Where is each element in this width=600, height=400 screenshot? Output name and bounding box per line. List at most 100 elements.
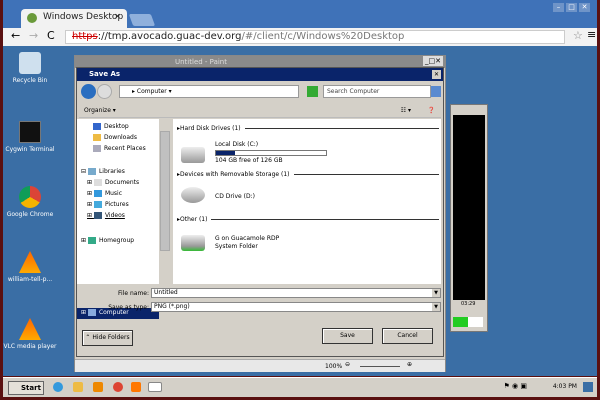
drive-name: Local Disk (C:) bbox=[215, 141, 259, 148]
nav-libraries[interactable]: ⊟ Libraries bbox=[81, 167, 125, 177]
zoom-in-icon[interactable]: ⊕ bbox=[407, 361, 412, 368]
save-type-value: PNG (*.png) bbox=[154, 303, 190, 310]
recycle-bin-icon bbox=[19, 52, 41, 74]
close-window-button[interactable]: ✕ bbox=[579, 3, 590, 12]
vlc-window[interactable]: 03:29 bbox=[450, 104, 488, 332]
nav-videos[interactable]: ⊞ Videos bbox=[87, 211, 125, 221]
disk-usage-fill bbox=[216, 151, 235, 155]
desktop-icon-vlc[interactable]: VLC media player bbox=[3, 318, 57, 350]
desktop-icon-william-tell[interactable]: william-tell-p... bbox=[3, 251, 57, 283]
chevron-down-icon[interactable]: ▼ bbox=[432, 303, 440, 311]
paint-window-controls[interactable]: _□✕ bbox=[423, 56, 443, 66]
nav-music[interactable]: ⊞ Music bbox=[87, 189, 122, 199]
ie-icon[interactable] bbox=[53, 382, 63, 392]
group-header[interactable]: ▸ Hard Disk Drives (1) bbox=[177, 125, 439, 132]
show-desktop-button[interactable] bbox=[583, 382, 593, 392]
nav-downloads[interactable]: Downloads bbox=[93, 133, 137, 143]
dialog-close-button[interactable]: ✕ bbox=[432, 70, 441, 79]
help-icon[interactable]: ❓ bbox=[428, 103, 435, 118]
hard-disk-icon bbox=[181, 147, 205, 163]
pictures-icon bbox=[93, 201, 102, 208]
save-button[interactable]: Save bbox=[322, 328, 373, 344]
close-tab-icon[interactable]: ✕ bbox=[114, 12, 121, 21]
reload-icon[interactable]: C bbox=[47, 29, 55, 42]
explorer-icon[interactable] bbox=[73, 382, 83, 392]
vlc-video-area bbox=[453, 115, 485, 300]
icon-label: Cygwin Terminal bbox=[5, 146, 55, 153]
terminal-icon bbox=[19, 121, 41, 143]
dialog-navbar: ▸ Computer ▾ Search Computer bbox=[79, 83, 441, 101]
maximize-button[interactable]: □ bbox=[566, 3, 577, 12]
save-type-label: Save as type: bbox=[108, 304, 149, 311]
nav-recent-places[interactable]: Recent Places bbox=[93, 144, 146, 154]
desktop-icon-chrome[interactable]: Google Chrome bbox=[3, 186, 57, 218]
music-icon bbox=[93, 190, 102, 197]
taskbar: Start ⚑ ◉ ▣ 4:03 PM bbox=[3, 377, 597, 397]
search-icon[interactable] bbox=[431, 86, 441, 97]
address-bar[interactable]: https://tmp.avocado.guac-dev.org/#/clien… bbox=[65, 30, 565, 44]
breadcrumb-computer[interactable]: Computer bbox=[137, 88, 167, 95]
chrome-icon bbox=[19, 186, 41, 208]
tab-title: Windows Desktop bbox=[43, 12, 124, 22]
save-as-dialog: Save As ✕ ▸ Computer ▾ Search Computer O… bbox=[76, 67, 444, 357]
tray-icons[interactable]: ⚑ ◉ ▣ bbox=[504, 382, 527, 390]
cancel-button[interactable]: Cancel bbox=[382, 328, 433, 344]
breadcrumb[interactable]: ▸ Computer ▾ bbox=[119, 85, 299, 98]
dialog-title-bar: Save As ✕ bbox=[77, 68, 443, 81]
group-header[interactable]: ▸ Other (1) bbox=[177, 216, 439, 223]
nav-homegroup[interactable]: ⊞ Homegroup bbox=[81, 236, 134, 246]
icon-label: Google Chrome bbox=[6, 211, 54, 218]
paint-taskbar-icon[interactable] bbox=[148, 382, 162, 392]
scrollbar-thumb[interactable] bbox=[160, 131, 170, 251]
refresh-icon[interactable] bbox=[307, 86, 318, 97]
save-type-select[interactable]: PNG (*.png) ▼ bbox=[151, 302, 441, 312]
drive-name: CD Drive (D:) bbox=[215, 193, 255, 200]
icon-label: Recycle Bin bbox=[12, 77, 48, 84]
start-button[interactable]: Start bbox=[8, 381, 44, 395]
desktop-icon-cygwin[interactable]: Cygwin Terminal bbox=[3, 121, 57, 153]
media-player-icon[interactable] bbox=[93, 382, 103, 392]
nav-desktop[interactable]: Desktop bbox=[93, 122, 129, 132]
vlc-time: 03:29 bbox=[461, 301, 476, 307]
zoom-slider[interactable] bbox=[360, 366, 400, 367]
volume-slider[interactable] bbox=[453, 317, 483, 327]
minimize-button[interactable]: – bbox=[553, 3, 564, 12]
drive-info: Local Disk (C:) 104 GB free of 126 GB bbox=[215, 141, 335, 165]
homegroup-icon bbox=[87, 237, 96, 244]
nav-pictures[interactable]: ⊞ Pictures bbox=[87, 200, 129, 210]
chrome-icon[interactable] bbox=[113, 382, 123, 392]
back-button[interactable] bbox=[81, 84, 96, 99]
forward-icon[interactable]: → bbox=[29, 29, 38, 42]
group-title: Other (1) bbox=[180, 216, 208, 223]
nav-label: Homegroup bbox=[98, 237, 135, 244]
back-icon[interactable]: ← bbox=[11, 29, 20, 42]
zoom-out-icon[interactable]: ⊖ bbox=[345, 361, 350, 368]
nav-label: Pictures bbox=[104, 201, 129, 208]
vlc-icon[interactable] bbox=[131, 382, 141, 392]
navigation-scrollbar[interactable] bbox=[159, 119, 171, 284]
group-title: Hard Disk Drives (1) bbox=[180, 125, 241, 132]
file-name-input[interactable]: Untitled ▼ bbox=[151, 288, 441, 298]
bookmark-star-icon[interactable]: ☆ bbox=[573, 29, 583, 42]
vlc-icon bbox=[19, 251, 41, 273]
paint-title: Untitled - Paint bbox=[175, 58, 227, 66]
nav-label: Videos bbox=[104, 212, 125, 219]
nav-label: Libraries bbox=[98, 168, 125, 175]
drive-detail: System Folder bbox=[215, 243, 258, 250]
menu-icon[interactable]: ≡ bbox=[587, 28, 596, 41]
forward-button[interactable] bbox=[97, 84, 112, 99]
organize-button[interactable]: Organize bbox=[84, 107, 111, 114]
desktop-icon-recycle-bin[interactable]: Recycle Bin bbox=[3, 52, 57, 84]
chevron-down-icon[interactable]: ▼ bbox=[432, 289, 440, 297]
browser-tab[interactable]: Windows Desktop ✕ bbox=[21, 9, 127, 28]
content-pane: ▸ Hard Disk Drives (1) Local Disk (C:) 1… bbox=[173, 119, 441, 284]
hide-folders-button[interactable]: ⌃ Hide Folders bbox=[82, 330, 133, 346]
browser-toolbar: ← → C https://tmp.avocado.guac-dev.org/#… bbox=[3, 28, 597, 46]
view-options-icon[interactable]: ☷ ▾ bbox=[401, 103, 411, 118]
nav-label: Documents bbox=[104, 179, 140, 186]
disk-usage-bar bbox=[215, 150, 327, 156]
search-input[interactable]: Search Computer bbox=[323, 85, 431, 98]
group-header[interactable]: ▸ Devices with Removable Storage (1) bbox=[177, 171, 439, 178]
new-tab-button[interactable] bbox=[128, 14, 156, 26]
nav-documents[interactable]: ⊞ Documents bbox=[87, 178, 139, 188]
